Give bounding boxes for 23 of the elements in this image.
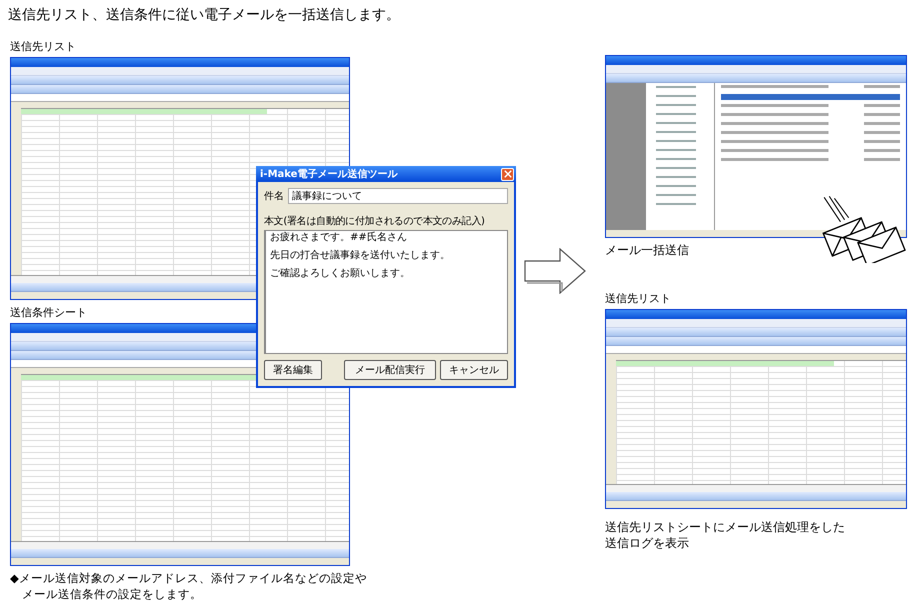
caption-text: ◆メール送信対象のメールアドレス、添付ファイル名などの設定や (10, 570, 367, 586)
caption-text: 送信ログを表示 (605, 535, 689, 551)
caption-text: 送信先リストシートにメール送信処理をした (605, 519, 845, 535)
body-text-line: 先日の打合せ議事録を送付いたします。 (270, 250, 451, 262)
body-label: 本文(署名は自動的に付加されるので本文のみ記入) (264, 214, 486, 228)
dialog-button[interactable]: 署名編集 (264, 360, 322, 380)
dialog-title: i-Make電子メール送信ツール (260, 168, 398, 181)
subject-label: 件名 (264, 190, 284, 203)
right-arrow (524, 248, 586, 294)
close-icon (504, 170, 512, 178)
body-text-area[interactable]: お疲れさまです。##氏名さん 先日の打合せ議事録を送付いたします。 ご確認よろしくお願いします。 (264, 230, 508, 354)
close-button[interactable] (501, 168, 514, 180)
dialog-button[interactable]: メール配信実行 (344, 360, 436, 380)
subject-field[interactable]: 議事録について (288, 188, 508, 204)
dialog-button[interactable]: キャンセル (440, 360, 508, 380)
section-label: 送信先リスト (605, 292, 672, 305)
section-label: 送信条件シート (10, 306, 88, 319)
body-text-line: お疲れさまです。##氏名さん (270, 232, 408, 244)
body-text-line: ご確認よろしくお願いします。 (270, 268, 411, 280)
caption-text: メール一括送信 (605, 242, 689, 258)
section-label: 送信先リスト (10, 40, 77, 53)
page-heading: 送信先リスト、送信条件に従い電子メールを一括送信します。 (8, 6, 400, 24)
caption-text: メール送信条件の設定をします。 (22, 586, 202, 602)
